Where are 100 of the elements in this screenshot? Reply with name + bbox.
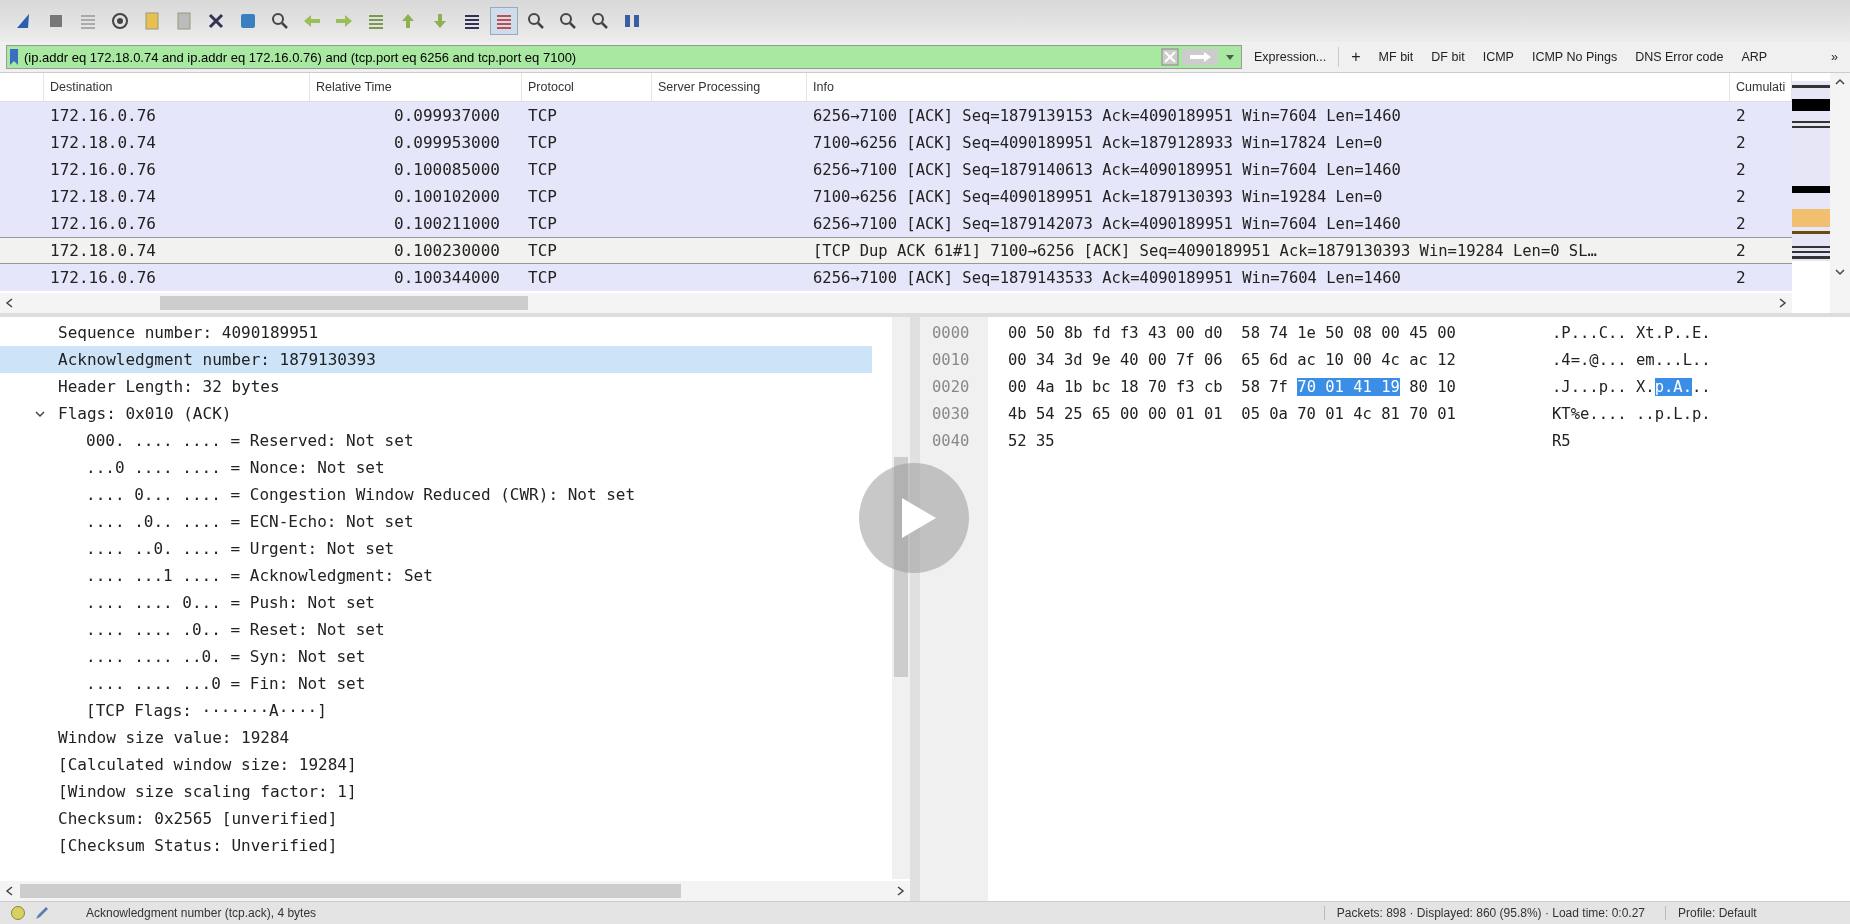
detail-item[interactable]: .... .... .0.. = Reset: Not set (0, 616, 872, 643)
table-cell-text: TCP (527, 106, 558, 125)
table-cell-text: 0.099953000 (393, 133, 501, 152)
detail-item[interactable]: Window size value: 19284 (0, 724, 872, 751)
column-header[interactable]: Info (807, 73, 1730, 101)
table-cell-text: 172.16.0.76 (49, 214, 157, 233)
table-cell-text: 2 (1735, 106, 1747, 125)
detail-item[interactable]: Acknowledgment number: 1879130393 (0, 346, 872, 373)
scrollbar-thumb[interactable] (894, 457, 908, 677)
packet-row[interactable]: 172.16.0.76 0.099937000 TCP 6256→7100 [ACK] Seq=1879139153 Ack=4090189951 Win=7604 Len=1460 2 (0, 102, 1792, 129)
detail-item[interactable]: Sequence number: 4090189951 (0, 319, 872, 346)
zoom-out-icon (558, 11, 578, 31)
packet-row[interactable]: 172.16.0.76 0.100085000 TCP 6256→7100 [ACK] Seq=1879140613 Ack=4090189951 Win=7604 Len=1460 2 (0, 156, 1792, 183)
table-cell-text: 0.100085000 (393, 160, 501, 179)
detail-item[interactable]: 000. .... .... = Reserved: Not set (0, 427, 872, 454)
packet-row[interactable]: 172.16.0.76 0.100344000 TCP 6256→7100 [ACK] Seq=1879143533 Ack=4090189951 Win=7604 Len=1460 2 (0, 264, 1792, 291)
hex-bytes: 00 50 8b fd f3 43 00 d0 58 74 1e 50 08 00 45 00 (1008, 323, 1456, 342)
pencil-icon[interactable] (34, 905, 50, 921)
packet-row[interactable]: 172.18.0.74 0.099953000 TCP 7100→6256 [ACK] Seq=4090189951 Ack=1879128933 Win=17824 Len=0 2 (0, 129, 1792, 156)
add-filter-button[interactable]: + (1345, 48, 1367, 66)
hex-bytes: 70 01 41 19 (1297, 377, 1400, 396)
expanded-chevron-icon[interactable] (34, 408, 46, 420)
detail-item[interactable]: .... ...1 .... = Acknowledgment: Set (0, 562, 872, 589)
filter-button[interactable]: ICMP (1476, 50, 1520, 64)
detail-item[interactable]: [Checksum Status: Unverified] (0, 832, 872, 859)
byte-offset: 0040 (931, 431, 971, 450)
display-filter-field[interactable]: (ip.addr eq 172.18.0.74 and ip.addr eq 172.16.0.76) and (tcp.port eq 6256 and tcp.port eq 7100) (22, 49, 1158, 65)
detail-item[interactable]: .... .0.. .... = ECN-Echo: Not set (0, 508, 872, 535)
filter-button[interactable]: MF bit (1372, 50, 1420, 64)
hex-bytes: 52 35 (1008, 431, 1055, 450)
column-header[interactable]: Relative Time (310, 73, 522, 101)
ascii-text: .4=.@... em...L.. (1552, 350, 1711, 369)
hex-bytes: 4b 54 25 65 00 00 01 01 05 0a 70 01 4c 81 70 01 (1008, 404, 1456, 423)
table-cell-text: 0.100102000 (393, 187, 501, 206)
table-cell-text: 7100→6256 [ACK] Seq=4090189951 Ack=1879128933 Win=17824 Len=0 (812, 133, 1384, 152)
table-cell-text: 172.18.0.74 (49, 187, 157, 206)
table-cell-text: 0.100211000 (393, 214, 501, 233)
detail-item[interactable]: Header Length: 32 bytes (0, 373, 872, 400)
detail-item[interactable]: Flags: 0x010 (ACK) (0, 400, 872, 427)
folder-icon (142, 11, 162, 31)
status-message: Acknowledgment number (tcp.ack), 4 bytes (86, 906, 317, 920)
profile-label[interactable]: Profile: Default (1665, 906, 1850, 920)
detail-item[interactable]: .... 0... .... = Congestion Window Reduced (CWR): Not set (0, 481, 872, 508)
table-cell-text: TCP (527, 268, 558, 287)
horizontal-scrollbar[interactable] (0, 881, 910, 901)
table-cell-text: TCP (527, 160, 558, 179)
column-header[interactable]: Server Processing (652, 73, 807, 101)
byte-offset: 0010 (931, 350, 971, 369)
play-button-icon[interactable] (858, 462, 970, 574)
byte-offset: 0000 (931, 323, 971, 342)
table-cell-text: 0.100230000 (393, 241, 501, 260)
table-cell-text: 6256→7100 [ACK] Seq=1879139153 Ack=4090189951 Win=7604 Len=1460 (812, 106, 1402, 125)
ascii-text: KT%e.... ..p.L.p. (1552, 404, 1711, 423)
close-icon (206, 11, 226, 31)
byte-offset: 0030 (931, 404, 971, 423)
hex-bytes: 00 34 3d 9e 40 00 7f 06 65 6d ac 10 00 4c ac 12 (1008, 350, 1456, 369)
filter-button[interactable]: ARP (1735, 50, 1774, 64)
ascii-text: p.A. (1654, 377, 1692, 396)
column-header[interactable]: Destination (44, 73, 310, 101)
table-cell-text: 2 (1735, 160, 1747, 179)
ascii-text: .J...p.. X. (1552, 377, 1655, 396)
table-cell-text: 0.100344000 (393, 268, 501, 287)
column-header[interactable]: Protocol (522, 73, 652, 101)
filter-button[interactable]: ICMP No Pings (1525, 50, 1624, 64)
filter-button[interactable]: DNS Error code (1629, 50, 1730, 64)
more-button[interactable]: » (1825, 50, 1844, 64)
clear-icon[interactable] (1161, 48, 1179, 66)
vertical-scrollbar[interactable] (1830, 73, 1850, 313)
scrollbar-thumb[interactable] (20, 884, 682, 898)
packet-stats: Packets: 898 · Displayed: 860 (95.8%) · Load time: 0:0.27 (1323, 906, 1657, 920)
scrollbar-thumb[interactable] (160, 296, 529, 310)
packet-row[interactable]: 172.18.0.74 0.100102000 TCP 7100→6256 [ACK] Seq=4090189951 Ack=1879130393 Win=19284 Len=0 2 (0, 183, 1792, 210)
search-icon (270, 11, 290, 31)
detail-item[interactable]: .... ..0. .... = Urgent: Not set (0, 535, 872, 562)
ascii-text: R5 (1552, 431, 1571, 450)
table-cell-text: 2 (1735, 214, 1747, 233)
detail-item[interactable]: .... .... ...0 = Fin: Not set (0, 670, 872, 697)
byte-offset: 0020 (931, 377, 971, 396)
table-cell-text: 172.16.0.76 (49, 106, 157, 125)
detail-item[interactable]: ...0 .... .... = Nonce: Not set (0, 454, 872, 481)
vertical-scrollbar[interactable] (892, 317, 910, 879)
detail-item[interactable]: [Calculated window size: 19284] (0, 751, 872, 778)
detail-item[interactable]: [Window size scaling factor: 1] (0, 778, 872, 805)
table-cell-text: 172.18.0.74 (49, 133, 157, 152)
packet-row[interactable]: 172.16.0.76 0.100211000 TCP 6256→7100 [ACK] Seq=1879142073 Ack=4090189951 Win=7604 Len=1460 2 (0, 210, 1792, 237)
horizontal-scrollbar[interactable] (0, 293, 1792, 313)
status-light-icon[interactable] (10, 905, 26, 921)
detail-item[interactable]: [TCP Flags: ·······A····] (0, 697, 872, 724)
packet-row[interactable]: 172.18.0.74 0.100230000 TCP [TCP Dup ACK 61#1] 7100→6256 [ACK] Seq=4090189951 Ack=1879130393 Win=19284 Len=0 SL… 2 (0, 237, 1792, 264)
filter-box[interactable]: (ip.addr eq 172.18.0.74 and ip.addr eq 172.16.0.76) and (tcp.port eq 6256 and tcp.port eq 7100) (6, 45, 1242, 69)
table-cell-text: 2 (1735, 241, 1747, 260)
filter-button[interactable]: DF bit (1425, 50, 1471, 64)
detail-item[interactable]: .... .... ..0. = Syn: Not set (0, 643, 872, 670)
bookmark-icon[interactable] (9, 48, 19, 66)
hex-bytes: 80 10 (1408, 377, 1456, 396)
detail-item[interactable]: Checksum: 0x2565 [unverified] (0, 805, 872, 832)
table-cell-text: 172.18.0.74 (49, 241, 157, 260)
table-cell-text: 6256→7100 [ACK] Seq=1879143533 Ack=4090189951 Win=7604 Len=1460 (812, 268, 1402, 287)
expression-button[interactable]: Expression... (1248, 50, 1333, 64)
detail-item[interactable]: .... .... 0... = Push: Not set (0, 589, 872, 616)
